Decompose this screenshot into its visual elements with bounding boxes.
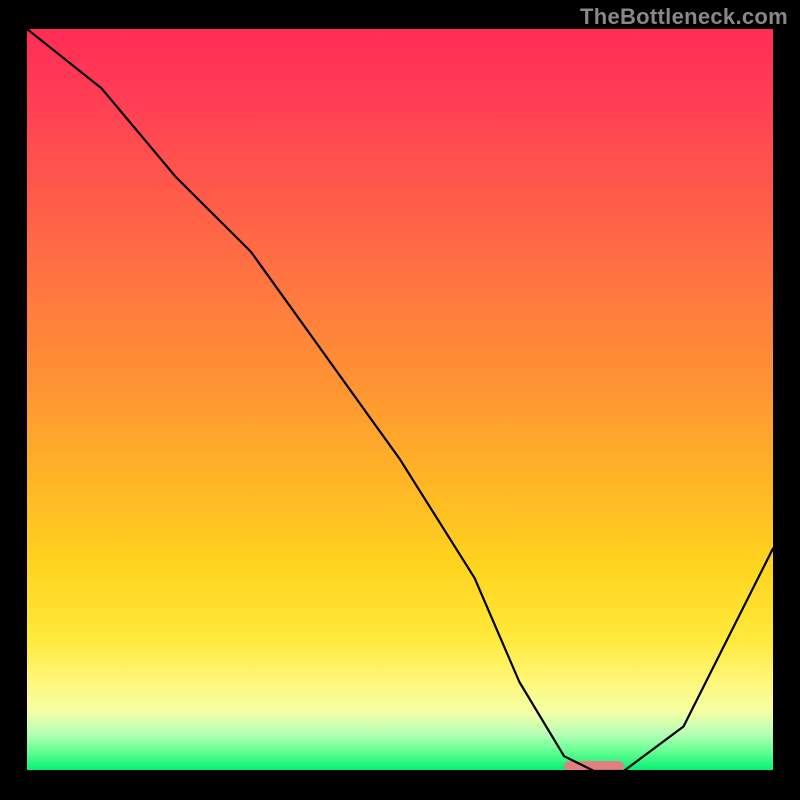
bottleneck-curve [27, 29, 773, 771]
axis-bottom [24, 770, 776, 773]
chart-frame: TheBottleneck.com [0, 0, 800, 800]
axis-left [24, 26, 27, 774]
watermark-text: TheBottleneck.com [580, 4, 788, 30]
curve-path [27, 29, 773, 771]
axis-right [773, 26, 776, 774]
plot-area [27, 29, 773, 771]
